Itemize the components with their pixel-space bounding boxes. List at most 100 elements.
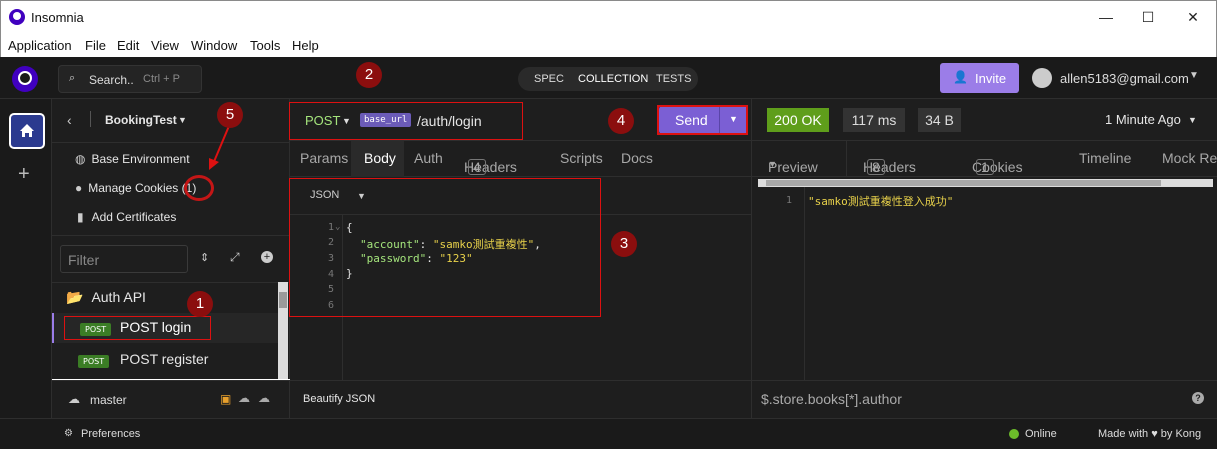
cookies-count: 1 [976, 159, 994, 175]
method-badge: POST [78, 355, 110, 368]
tab-auth[interactable]: Auth [414, 150, 443, 166]
add-certificates-link[interactable]: ▮ Add Certificates [77, 210, 176, 224]
headers-count: 4 [468, 159, 486, 175]
base-environment-label: Base Environment [91, 152, 190, 166]
base-environment-link[interactable]: ◍ Base Environment [75, 152, 190, 166]
menu-view[interactable]: View [151, 38, 179, 53]
annotation-marker-2: 2 [356, 62, 382, 88]
gear-icon[interactable]: ⚙ [64, 428, 73, 439]
response-body-text: "samko測試重複性登入成功" [808, 195, 954, 208]
cloud-upload-icon[interactable]: ☁ [258, 391, 270, 405]
maximize-button[interactable]: ☐ [1128, 7, 1168, 27]
close-button[interactable]: ✕ [1173, 7, 1213, 27]
add-certificates-label: Add Certificates [91, 210, 177, 224]
tab-params[interactable]: Params [300, 150, 348, 166]
tab-collection[interactable]: COLLECTION [578, 73, 648, 85]
tab-docs[interactable]: Docs [621, 150, 653, 166]
made-with-kong[interactable]: Made with ♥ by Kong [1098, 428, 1201, 440]
back-chevron-icon[interactable]: ‹ [67, 112, 72, 128]
search-icon: ⌕ [69, 72, 76, 84]
add-icon[interactable]: + [18, 163, 30, 186]
manage-cookies-link[interactable]: ● Manage Cookies (1) [75, 181, 196, 195]
expand-icon[interactable]: ⤢ [230, 250, 240, 265]
annotation-marker-4: 4 [608, 108, 634, 134]
preferences-button[interactable]: Preferences [81, 428, 140, 440]
menu-application[interactable]: Application [8, 38, 72, 53]
add-request-icon[interactable]: + [261, 251, 273, 263]
annotation-box-4 [657, 105, 748, 135]
add-user-icon: 👤 [953, 70, 968, 84]
user-email[interactable]: allen5183@gmail.com [1060, 71, 1189, 86]
scrollbar-thumb[interactable] [279, 292, 287, 308]
menu-edit[interactable]: Edit [117, 38, 139, 53]
status-bar: ⚙ Preferences Online Made with ♥ by Kong [0, 418, 1217, 449]
response-footer: $.store.books[*].author ? [751, 380, 1217, 418]
certificate-icon: ▮ [77, 210, 84, 224]
horizontal-scrollbar[interactable] [758, 179, 1213, 187]
response-filter-input[interactable]: $.store.books[*].author [761, 391, 902, 407]
folder-label: Auth API [91, 289, 146, 305]
history-dropdown-icon[interactable]: ▼ [1188, 115, 1197, 125]
divider [52, 142, 290, 143]
home-button[interactable] [9, 113, 45, 149]
app-header: ⌕ Search.. Ctrl + P SPEC COLLECTION TEST… [0, 57, 1217, 99]
annotation-marker-1: 1 [187, 291, 213, 317]
help-icon[interactable]: ? [1192, 392, 1204, 404]
tab-body[interactable]: Body [364, 150, 396, 166]
tab-mock-response[interactable]: Mock Res [1162, 150, 1217, 166]
response-tabs: Preview ▼ Headers 8 Cookies 1 Timeline Moc… [751, 141, 1217, 177]
status-badge: 200 OK [767, 108, 829, 132]
menu-tools[interactable]: Tools [250, 38, 280, 53]
sort-icon[interactable]: ⇕ [200, 251, 209, 264]
cloud-download-icon[interactable]: ☁ [238, 391, 250, 405]
divider [52, 235, 290, 236]
request-tabs: Params Body Auth Headers 4 Scripts Docs [290, 141, 751, 177]
beautify-json-button[interactable]: Beautify JSON [303, 393, 375, 405]
tab-tests[interactable]: TESTS [656, 73, 691, 85]
window-titlebar: Insomnia — ☐ ✕ [0, 0, 1217, 33]
invite-label: Invite [975, 71, 1007, 86]
response-body-viewer[interactable]: 1 "samko測試重複性登入成功" [751, 177, 1217, 380]
tab-timeline[interactable]: Timeline [1079, 150, 1131, 166]
search-button[interactable]: ⌕ Search.. Ctrl + P [58, 65, 202, 93]
response-history[interactable]: 1 Minute Ago [1105, 112, 1181, 127]
tab-spec[interactable]: SPEC [534, 73, 564, 85]
annotation-arrow-icon [209, 125, 230, 170]
request-name: POST register [120, 351, 209, 367]
window-title: Insomnia [31, 10, 84, 25]
divider [90, 111, 91, 127]
scrollbar-thumb[interactable] [766, 180, 1161, 186]
cloud-icon: ☁ [68, 392, 80, 406]
annotation-box-2 [289, 102, 523, 140]
filter-input[interactable]: Filter [60, 245, 188, 273]
insomnia-home-logo-icon[interactable] [12, 66, 38, 92]
project-name[interactable]: BookingTest [105, 113, 177, 127]
response-time: 117 ms [843, 108, 905, 132]
left-rail: + ◧ [0, 99, 52, 440]
list-item[interactable]: POST POST register [52, 345, 278, 375]
line-number: 1 [786, 195, 793, 206]
menu-bar: Application File Edit View Window Tools … [0, 33, 1217, 57]
search-label: Search.. [89, 73, 134, 87]
branch-name[interactable]: master [90, 393, 127, 407]
minimize-button[interactable]: — [1086, 7, 1126, 27]
filter-placeholder: Filter [68, 252, 100, 268]
divider [846, 141, 847, 176]
menu-help[interactable]: Help [292, 38, 319, 53]
sidebar-scrollbar[interactable] [278, 282, 288, 379]
menu-file[interactable]: File [85, 38, 106, 53]
cookie-icon: ● [75, 181, 83, 195]
account-dropdown-icon[interactable]: ▼ [1189, 70, 1199, 81]
menu-window[interactable]: Window [191, 38, 237, 53]
package-icon[interactable]: ▣ [220, 392, 231, 406]
gutter-divider [804, 187, 805, 380]
tab-scripts[interactable]: Scripts [560, 150, 603, 166]
project-dropdown-icon[interactable]: ▼ [178, 115, 187, 125]
manage-cookies-label: Manage Cookies [88, 181, 179, 195]
invite-button[interactable]: 👤 Invite [940, 63, 1019, 93]
avatar[interactable] [1032, 68, 1052, 88]
response-size: 34 B [918, 108, 961, 132]
divider [52, 282, 290, 283]
folder-auth-api[interactable]: 📂 Auth API [66, 289, 146, 306]
response-status-bar: 200 OK 117 ms 34 B 1 Minute Ago ▼ [751, 99, 1217, 141]
